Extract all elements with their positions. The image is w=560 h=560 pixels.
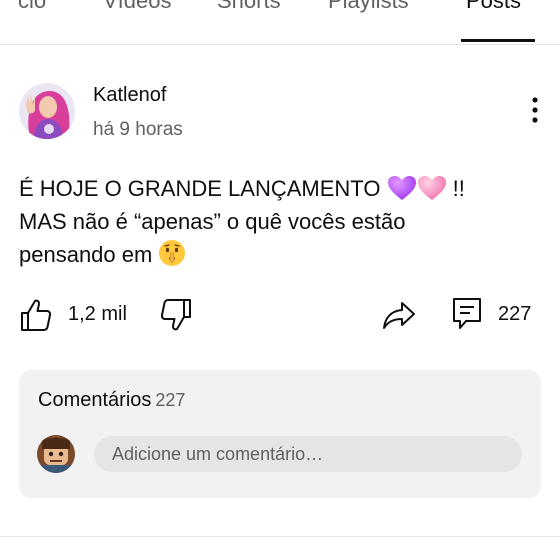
tab-videos[interactable]: Vídeos [103,0,172,14]
tab-inicio[interactable]: cio [18,0,46,14]
tab-posts[interactable]: Posts [466,0,521,14]
comments-count: 227 [155,390,186,410]
thumbs-down-icon [160,299,191,331]
tab-shorts[interactable]: Shorts [217,0,281,14]
comment-count: 227 [498,303,532,325]
post-line-3: pensando em [19,238,544,271]
comment-icon [453,298,481,329]
tab-playlists[interactable]: Playlists [328,0,409,14]
active-tab-indicator [461,39,535,42]
section-divider [0,536,560,537]
post-timestamp: há 9 horas [93,119,183,140]
post-body: É HOJE O GRANDE LANÇAMENTO !! MAS não é … [19,172,544,271]
dislike-button[interactable] [160,298,192,332]
post-author-name[interactable]: Katlenof [93,84,166,107]
comments-header: Comentários 227 [38,389,185,412]
thumbs-up-icon [21,299,52,331]
channel-tab-bar: cio Vídeos Shorts Playlists Posts [0,0,560,45]
vertical-dots-icon [532,97,538,123]
user-avatar [37,435,75,473]
post-line-1: É HOJE O GRANDE LANÇAMENTO !! [19,176,465,201]
channel-avatar[interactable] [19,83,75,139]
share-arrow-icon [383,302,415,329]
shushing-face-icon [159,240,186,266]
purple-heart-icon [387,176,416,200]
post-line-2: MAS não é “apenas” o quê vocês estão [19,209,406,234]
comments-section[interactable]: Comentários 227 [19,370,541,498]
comments-title: Comentários [38,389,152,411]
more-options-button[interactable] [520,95,550,127]
like-count: 1,2 mil [68,303,127,325]
comment-button[interactable] [452,297,482,331]
like-button[interactable] [20,298,52,332]
share-button[interactable] [382,300,416,330]
comment-input[interactable] [94,436,522,472]
pink-heart-icon [417,176,446,200]
